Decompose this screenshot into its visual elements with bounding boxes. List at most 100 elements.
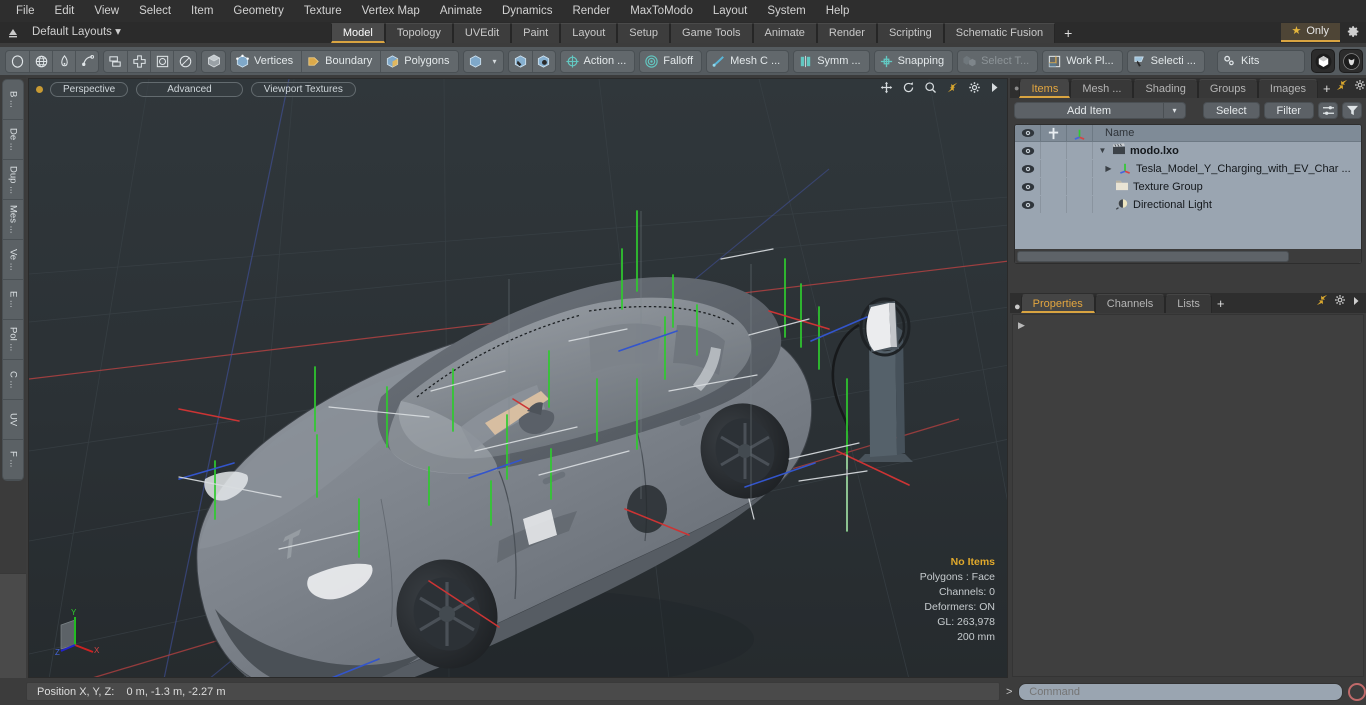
gear-icon[interactable]: [1340, 25, 1366, 41]
left-tab-polygon[interactable]: Pol ...: [3, 320, 23, 360]
home-triangle-icon[interactable]: [0, 22, 26, 43]
hscroll-thumb[interactable]: [1017, 250, 1289, 262]
tab-items[interactable]: Items: [1019, 79, 1071, 98]
kits-button[interactable]: Kits: [1217, 49, 1305, 73]
unreal-logo-icon[interactable]: [1339, 49, 1363, 73]
tab-render[interactable]: Render: [816, 23, 877, 43]
tab-lists[interactable]: Lists: [1165, 294, 1212, 313]
item-row-texture-group[interactable]: Texture Group: [1093, 178, 1361, 195]
row-eye-toggle[interactable]: [1015, 196, 1041, 213]
menu-item[interactable]: Item: [181, 0, 223, 22]
row-eye-toggle[interactable]: [1015, 142, 1041, 159]
pan-icon[interactable]: [880, 81, 893, 97]
tab-images[interactable]: Images: [1257, 79, 1318, 98]
row-lock-cell[interactable]: [1041, 196, 1067, 213]
properties-expand-arrow[interactable]: ▶: [1018, 320, 1025, 331]
chevron-right-icon[interactable]: [1352, 294, 1360, 313]
menu-texture[interactable]: Texture: [294, 0, 352, 22]
table-row[interactable]: ▶ Tesla_Model_Y_Charging_with_EV_Char ..…: [1015, 160, 1361, 178]
tab-channels[interactable]: Channels: [1094, 294, 1166, 313]
add-properties-tab-button[interactable]: +: [1212, 294, 1230, 313]
tab-groups[interactable]: Groups: [1197, 79, 1258, 98]
command-input[interactable]: [1018, 682, 1344, 701]
add-tab-button[interactable]: +: [1055, 23, 1081, 43]
row-axis-cell[interactable]: [1067, 196, 1093, 213]
rotate-icon[interactable]: [902, 81, 915, 97]
left-tab-vertex[interactable]: Ve ...: [3, 240, 23, 280]
left-tab-edge[interactable]: E ...: [3, 280, 23, 320]
tab-setup[interactable]: Setup: [617, 23, 671, 43]
tab-game-tools[interactable]: Game Tools: [670, 23, 753, 43]
mirror-icon[interactable]: [104, 51, 127, 72]
center-icon[interactable]: [127, 50, 150, 72]
add-panel-tab-button[interactable]: +: [1318, 79, 1336, 98]
item-row-directional-light[interactable]: Directional Light: [1093, 196, 1361, 213]
row-axis-cell[interactable]: [1067, 178, 1093, 195]
curve-icon[interactable]: [75, 50, 98, 72]
viewport-3d[interactable]: Perspective Advanced Viewport Textures N…: [28, 78, 1008, 678]
list-options-icon[interactable]: [1318, 102, 1338, 119]
menu-view[interactable]: View: [84, 0, 129, 22]
tab-properties[interactable]: Properties: [1020, 294, 1095, 313]
table-row[interactable]: Texture Group: [1015, 178, 1361, 196]
viewport-canvas[interactable]: [29, 79, 1007, 677]
selection-mode-boundary[interactable]: Boundary: [301, 50, 381, 72]
expand-icon[interactable]: [1316, 294, 1328, 313]
menu-animate[interactable]: Animate: [430, 0, 492, 22]
tool-selection-sets[interactable]: Selecti ...: [1126, 49, 1205, 73]
left-tab-curve[interactable]: C ...: [3, 360, 23, 400]
fit-icon[interactable]: [946, 81, 959, 97]
menu-file[interactable]: File: [6, 0, 45, 22]
add-item-dropdown-caret[interactable]: ▾: [1164, 102, 1186, 119]
left-tab-deform[interactable]: De ...: [3, 120, 23, 160]
menu-vertex-map[interactable]: Vertex Map: [352, 0, 430, 22]
chevron-right-icon[interactable]: [990, 82, 999, 96]
gear-icon[interactable]: [1354, 79, 1366, 98]
ellipse-icon[interactable]: [173, 50, 196, 72]
tool-work-plane[interactable]: Work Pl...: [1042, 49, 1123, 73]
items-cube-icon[interactable]: [464, 51, 487, 72]
circle-icon[interactable]: [6, 51, 29, 72]
only-toggle-button[interactable]: ★ Only: [1280, 23, 1340, 42]
tool-action-center[interactable]: Action ...: [559, 49, 636, 73]
row-axis-cell[interactable]: [1067, 160, 1093, 177]
panel-menu-dot-icon[interactable]: ●: [1014, 301, 1021, 313]
menu-dynamics[interactable]: Dynamics: [492, 0, 562, 22]
left-tab-uv[interactable]: UV: [3, 400, 23, 440]
expand-icon[interactable]: [1336, 79, 1348, 98]
menu-render[interactable]: Render: [562, 0, 620, 22]
tool-select-through[interactable]: Select T...: [957, 49, 1039, 73]
menu-layout[interactable]: Layout: [703, 0, 758, 22]
twisty-closed-icon[interactable]: ▶: [1103, 164, 1114, 173]
row-eye-toggle[interactable]: [1015, 178, 1041, 195]
select-button[interactable]: Select: [1202, 102, 1260, 119]
tab-uvedit[interactable]: UVEdit: [452, 23, 512, 43]
viewport-projection-dropdown[interactable]: Perspective: [50, 81, 129, 97]
item-row-scene[interactable]: ▼ modo.lxo: [1093, 142, 1361, 159]
tool-mesh-constraint[interactable]: Mesh C ...: [706, 49, 790, 73]
left-tab-duplicate[interactable]: Dup ...: [3, 160, 23, 200]
select-through-icon[interactable]: [509, 51, 532, 72]
axis-gizmo[interactable]: Y X Z: [45, 603, 105, 663]
menu-select[interactable]: Select: [129, 0, 181, 22]
selection-mode-vertices[interactable]: Vertices: [231, 50, 302, 72]
globe-icon[interactable]: [29, 50, 52, 72]
left-tab-basic[interactable]: B ...: [3, 80, 23, 120]
table-row[interactable]: Directional Light: [1015, 196, 1361, 214]
record-circle-icon[interactable]: [1348, 682, 1366, 701]
item-row-tesla-model[interactable]: ▶ Tesla_Model_Y_Charging_with_EV_Char ..…: [1093, 160, 1361, 177]
tool-symmetry[interactable]: Symm ...: [793, 49, 870, 73]
viewport-shading-dropdown[interactable]: Advanced: [136, 81, 243, 97]
zoom-icon[interactable]: [924, 81, 937, 97]
left-tab-mesh-edit[interactable]: Mes ...: [3, 200, 23, 240]
cube-icon[interactable]: [202, 51, 225, 72]
menu-help[interactable]: Help: [816, 0, 860, 22]
item-list[interactable]: Name ▼ modo.lxo ▶ Tesla_Model_Y_Charging…: [1014, 124, 1362, 264]
row-lock-cell[interactable]: [1041, 160, 1067, 177]
item-list-hscrollbar[interactable]: [1015, 249, 1361, 263]
row-lock-cell[interactable]: [1041, 142, 1067, 159]
menu-edit[interactable]: Edit: [45, 0, 85, 22]
menu-system[interactable]: System: [757, 0, 815, 22]
tab-mesh[interactable]: Mesh ...: [1070, 79, 1134, 98]
gear-icon[interactable]: [968, 81, 981, 97]
